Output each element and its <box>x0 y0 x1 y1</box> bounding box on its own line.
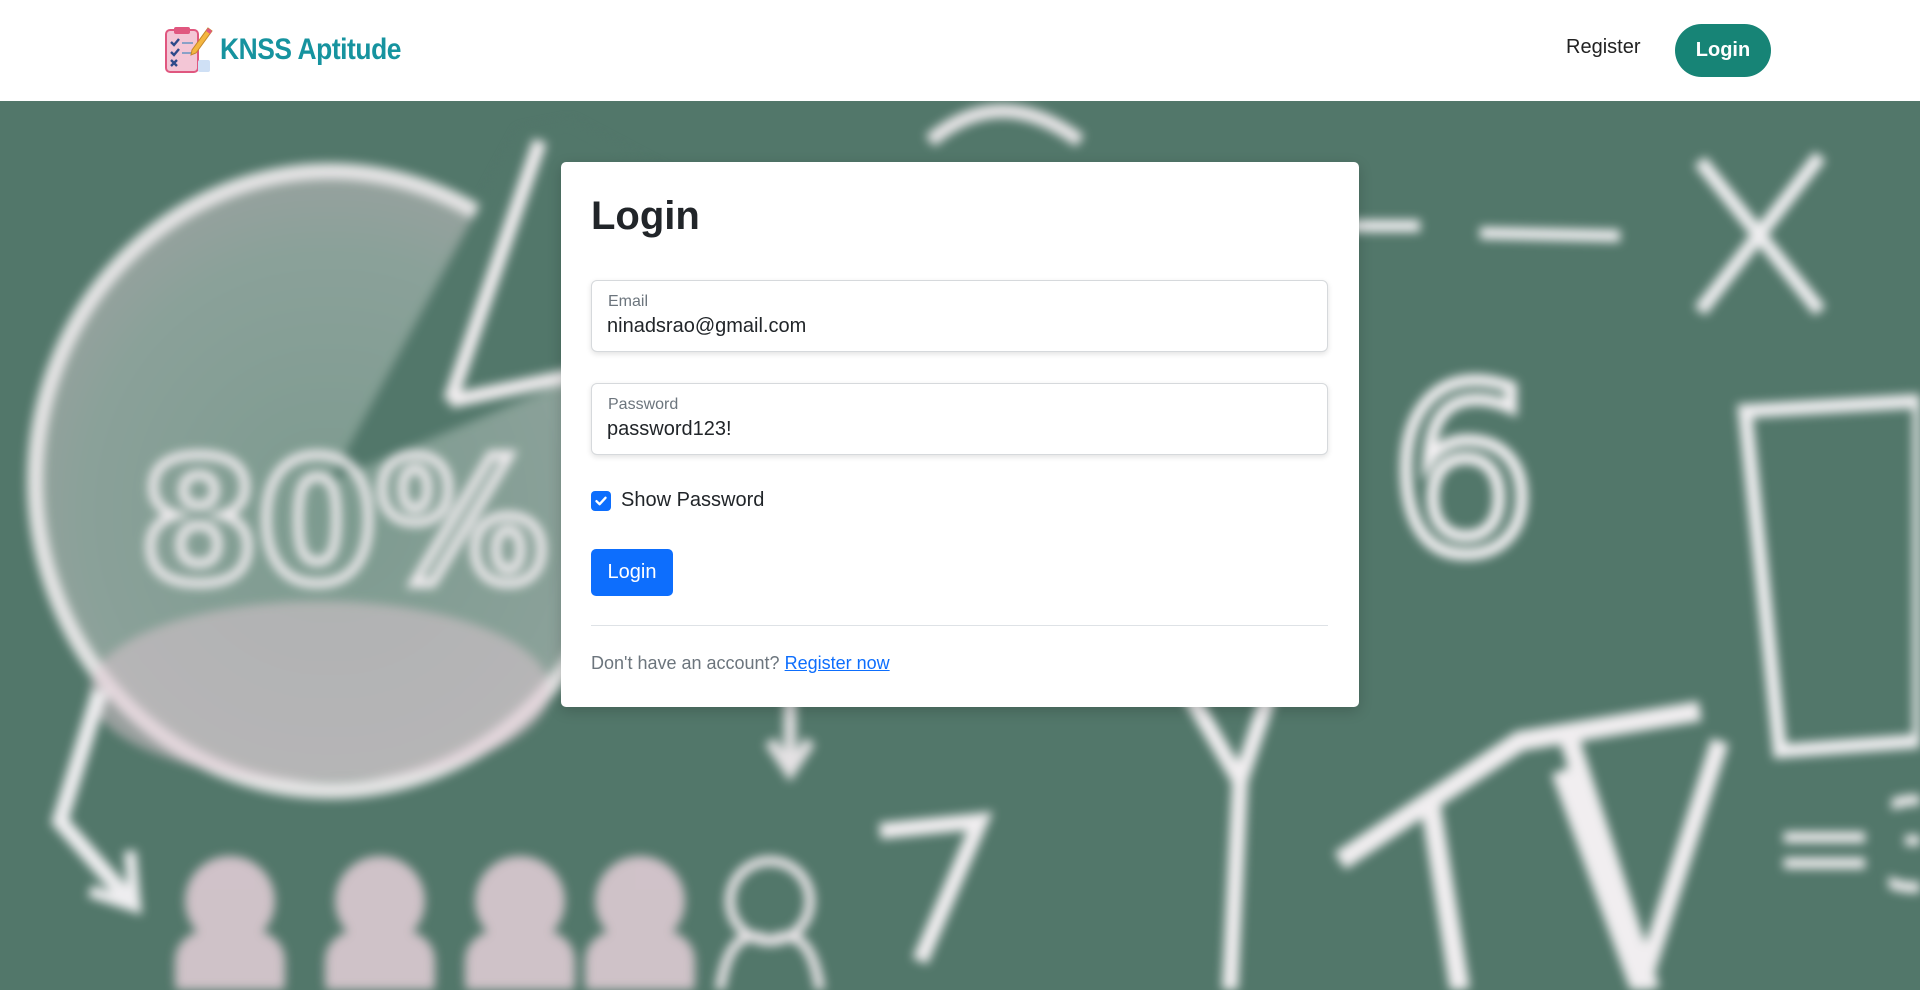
brand-name: KNSS Aptitude <box>220 33 402 66</box>
password-label: Password <box>608 396 679 413</box>
email-field[interactable]: Email <box>591 280 1328 352</box>
login-submit-button[interactable]: Login <box>591 549 673 596</box>
brand-link[interactable]: KNSS Aptitude <box>162 22 426 78</box>
password-input[interactable] <box>607 418 1307 441</box>
register-prompt-text: Don't have an account? <box>591 653 780 673</box>
login-card: Login Email Password Show Password Login… <box>561 162 1359 707</box>
show-password-label[interactable]: Show Password <box>621 489 764 512</box>
email-label: Email <box>608 293 649 310</box>
email-input[interactable] <box>607 315 1307 338</box>
nav-register-link[interactable]: Register <box>1566 36 1640 59</box>
nav-login-button[interactable]: Login <box>1675 24 1771 77</box>
navbar: KNSS Aptitude Register Login <box>0 0 1920 101</box>
svg-text:80%: 80% <box>140 424 547 622</box>
password-field[interactable]: Password <box>591 383 1328 455</box>
checklist-pencil-icon <box>165 27 213 73</box>
register-now-link[interactable]: Register now <box>785 653 890 673</box>
show-password-toggle[interactable]: Show Password <box>591 489 764 512</box>
divider <box>591 625 1328 626</box>
checkmark-icon <box>595 496 607 505</box>
show-password-checkbox[interactable] <box>591 490 611 511</box>
svg-text:=3: =3 <box>1770 770 1920 922</box>
svg-text:6: 6 <box>1390 339 1536 606</box>
login-title: Login <box>591 194 700 238</box>
register-prompt: Don't have an account? Register now <box>591 653 890 674</box>
